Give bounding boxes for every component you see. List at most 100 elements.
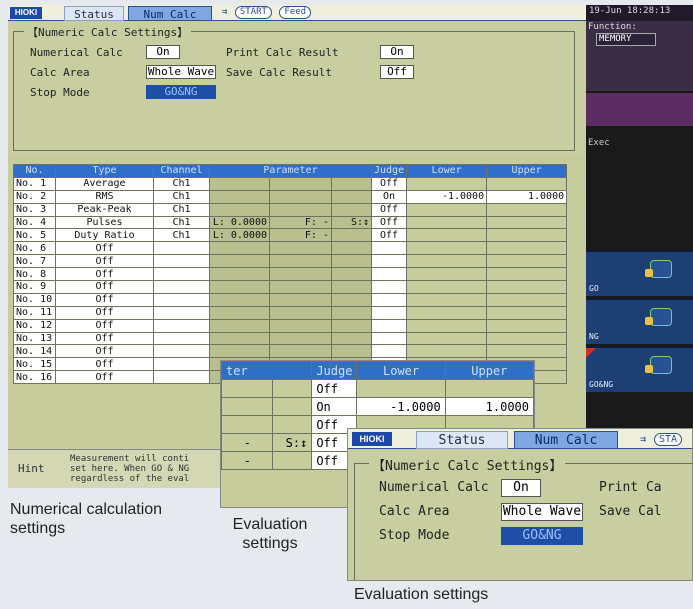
zoom-row-lower[interactable]: -1.0000 xyxy=(356,397,446,416)
zoom-row-upper[interactable]: 1.0000 xyxy=(444,397,534,416)
row-channel[interactable] xyxy=(153,357,210,372)
row-param-1[interactable] xyxy=(209,305,270,320)
row-param-3[interactable]: S:↕ xyxy=(331,215,372,230)
row-number[interactable]: No. 10 xyxy=(13,292,56,307)
row-param-2[interactable] xyxy=(269,241,332,256)
row-channel[interactable]: Ch1 xyxy=(153,202,210,217)
table-row[interactable]: No. 10 Off xyxy=(13,292,568,307)
zoom-stop-mode-value[interactable]: GO&NG xyxy=(501,527,583,545)
row-param-3[interactable] xyxy=(331,254,372,269)
zoom-row-judge[interactable]: Off xyxy=(311,379,358,398)
row-judge[interactable] xyxy=(370,318,408,333)
zoom-row-param-2[interactable] xyxy=(272,379,313,398)
row-number[interactable]: No. 15 xyxy=(13,357,56,372)
zoom-row-param-2[interactable] xyxy=(272,415,313,434)
row-judge[interactable]: Off xyxy=(370,202,408,217)
row-judge[interactable] xyxy=(370,241,408,256)
row-param-3[interactable] xyxy=(331,241,372,256)
row-judge[interactable]: Off xyxy=(370,228,408,243)
row-param-1[interactable] xyxy=(209,241,270,256)
row-channel[interactable]: Ch1 xyxy=(153,215,210,230)
row-param-2[interactable] xyxy=(269,254,332,269)
row-upper[interactable] xyxy=(486,228,568,243)
calc-area-value[interactable]: Whole Wave xyxy=(146,65,216,79)
row-lower[interactable] xyxy=(406,292,488,307)
table-row[interactable]: No. 3 Peak-Peak Ch1 Off xyxy=(13,202,568,217)
row-type[interactable]: Off xyxy=(55,254,154,269)
table-row[interactable]: No. 2 RMS Ch1 On -1.0000 1.0000 xyxy=(13,189,568,204)
row-param-3[interactable] xyxy=(331,228,372,243)
row-upper[interactable] xyxy=(486,202,568,217)
row-channel[interactable] xyxy=(153,267,210,282)
tab-num-calc[interactable]: Num Calc xyxy=(128,6,212,21)
numerical-calc-value[interactable]: On xyxy=(146,45,180,59)
zoom-row-param[interactable]: - xyxy=(221,433,274,452)
row-channel[interactable] xyxy=(153,331,210,346)
row-judge[interactable] xyxy=(370,344,408,359)
row-upper[interactable] xyxy=(486,305,568,320)
table-row[interactable]: No. 4 Pulses Ch1 L: 0.0000 F: - S:↕ Off xyxy=(13,215,568,230)
row-judge[interactable] xyxy=(370,267,408,282)
row-param-3[interactable] xyxy=(331,292,372,307)
row-param-1[interactable] xyxy=(209,254,270,269)
row-param-2[interactable]: F: - xyxy=(269,228,332,243)
row-judge[interactable]: On xyxy=(370,189,408,204)
row-param-2[interactable] xyxy=(269,267,332,282)
zoom-numerical-calc-value[interactable]: On xyxy=(501,479,541,497)
row-upper[interactable] xyxy=(486,344,568,359)
row-judge[interactable] xyxy=(370,292,408,307)
zoom-table-row[interactable]: On -1.0000 1.0000 xyxy=(221,397,534,416)
row-upper[interactable] xyxy=(486,241,568,256)
row-channel[interactable]: Ch1 xyxy=(153,176,210,191)
row-param-1[interactable] xyxy=(209,189,270,204)
table-row[interactable]: No. 5 Duty Ratio Ch1 L: 0.0000 F: - Off xyxy=(13,228,568,243)
row-lower[interactable] xyxy=(406,254,488,269)
row-param-1[interactable] xyxy=(209,318,270,333)
row-number[interactable]: No. 3 xyxy=(13,202,56,217)
row-judge[interactable] xyxy=(370,331,408,346)
row-channel[interactable]: Ch1 xyxy=(153,228,210,243)
row-param-1[interactable] xyxy=(209,176,270,191)
row-upper[interactable] xyxy=(486,318,568,333)
row-number[interactable]: No. 7 xyxy=(13,254,56,269)
table-row[interactable]: No. 7 Off xyxy=(13,254,568,269)
row-type[interactable]: RMS xyxy=(55,189,154,204)
row-channel[interactable] xyxy=(153,241,210,256)
row-upper[interactable]: 1.0000 xyxy=(486,189,568,204)
row-number[interactable]: No. 5 xyxy=(13,228,56,243)
zoom-tab-num-calc[interactable]: Num Calc xyxy=(514,431,618,449)
table-row[interactable]: No. 8 Off xyxy=(13,267,568,282)
row-type[interactable]: Off xyxy=(55,241,154,256)
row-type[interactable]: Peak-Peak xyxy=(55,202,154,217)
row-number[interactable]: No. 2 xyxy=(13,189,56,204)
row-upper[interactable] xyxy=(486,292,568,307)
row-type[interactable]: Off xyxy=(55,305,154,320)
row-lower[interactable] xyxy=(406,318,488,333)
row-param-3[interactable] xyxy=(331,176,372,191)
start-button[interactable]: START xyxy=(234,6,272,19)
table-row[interactable]: No. 12 Off xyxy=(13,318,568,333)
row-type[interactable]: Off xyxy=(55,280,154,294)
zoom-row-judge[interactable]: On xyxy=(311,397,358,416)
row-channel[interactable] xyxy=(153,305,210,320)
row-judge[interactable]: Off xyxy=(370,215,408,230)
row-lower[interactable] xyxy=(406,344,488,359)
row-lower[interactable] xyxy=(406,228,488,243)
row-param-3[interactable] xyxy=(331,305,372,320)
row-param-1[interactable]: L: 0.0000 xyxy=(209,215,270,230)
row-upper[interactable] xyxy=(486,280,568,294)
row-number[interactable]: No. 9 xyxy=(13,280,56,294)
row-param-3[interactable] xyxy=(331,344,372,359)
row-param-2[interactable] xyxy=(269,280,332,294)
row-param-2[interactable] xyxy=(269,318,332,333)
stop-mode-value[interactable]: GO&NG xyxy=(146,85,216,99)
zoom-table-row[interactable]: Off xyxy=(221,379,534,398)
row-type[interactable]: Average xyxy=(55,176,154,191)
stop-go-button[interactable]: GO xyxy=(586,250,693,296)
row-param-2[interactable] xyxy=(269,344,332,359)
row-param-2[interactable] xyxy=(269,331,332,346)
row-upper[interactable] xyxy=(486,331,568,346)
row-upper[interactable] xyxy=(486,254,568,269)
row-judge[interactable] xyxy=(370,254,408,269)
row-upper[interactable] xyxy=(486,215,568,230)
